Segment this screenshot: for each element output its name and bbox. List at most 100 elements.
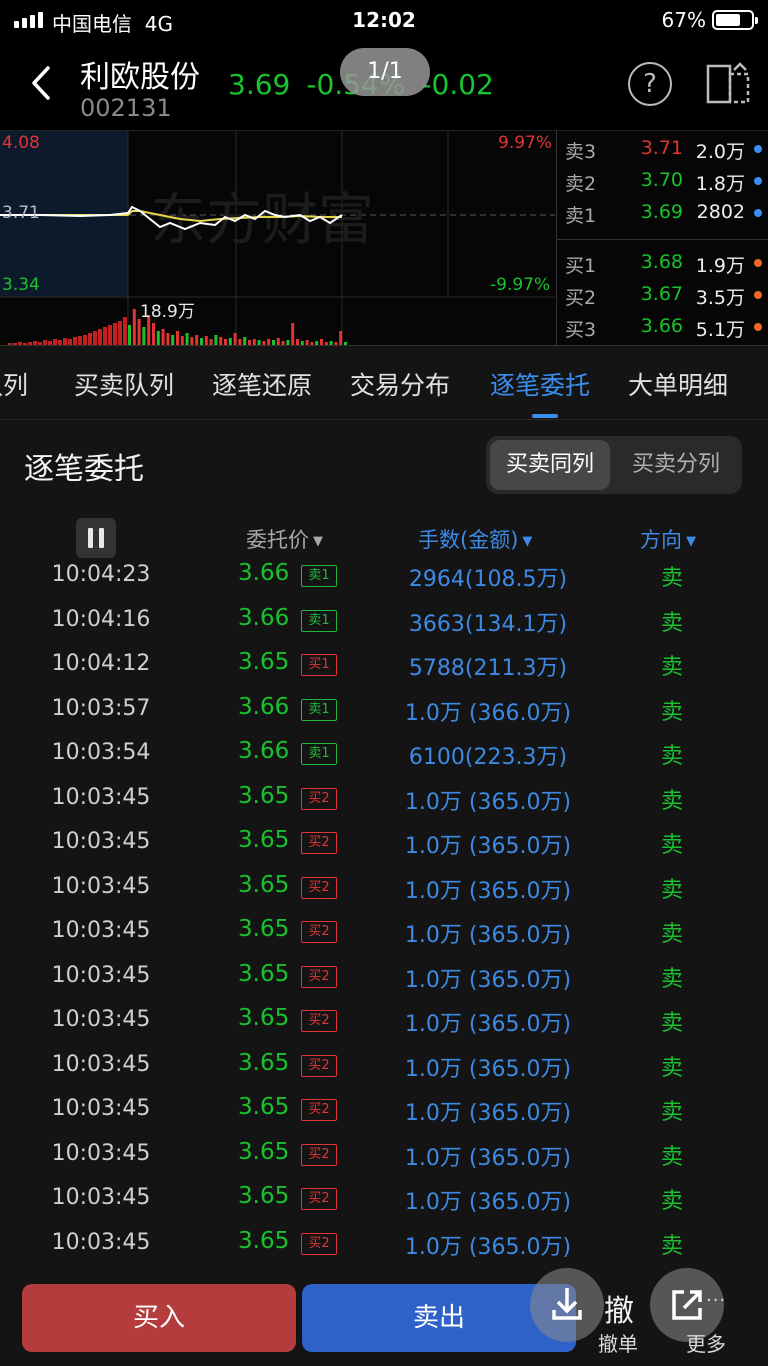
tick-order-row[interactable]: 10:03:45 3.65 买2 1.0万 (365.0万) 卖 xyxy=(0,1046,768,1090)
volume-bar xyxy=(300,341,304,345)
tick-order-row[interactable]: 10:03:45 3.65 买2 1.0万 (365.0万) 卖 xyxy=(0,1135,768,1179)
caret-down-icon: ▼ xyxy=(686,534,696,549)
ask-label: 卖1 xyxy=(565,205,597,227)
volume-bar xyxy=(113,323,117,345)
tick-order-row[interactable]: 10:03:54 3.66 卖1 6100(223.3万) 卖 xyxy=(0,734,768,778)
tab-bid-ask-queue[interactable]: 买卖队列 xyxy=(74,366,174,402)
order-time: 10:03:45 xyxy=(51,918,151,943)
order-level-badge: 卖1 xyxy=(301,698,337,721)
order-level-badge: 买2 xyxy=(301,1099,337,1121)
stock-header: 利欧股份 002131 3.69 -0.54% -0.02 1/1 ? xyxy=(0,40,768,130)
order-time: 10:03:45 xyxy=(51,1140,151,1166)
volume-bar xyxy=(224,339,227,345)
volume-bar xyxy=(320,339,323,345)
download-button[interactable] xyxy=(530,1268,604,1342)
order-price: 3.65 xyxy=(238,1227,290,1254)
order-amount: 1.0万 (365.0万) xyxy=(404,1190,572,1215)
ask-volume: 2.0万 xyxy=(695,141,745,163)
panel-title: 逐笔委托 xyxy=(24,452,144,487)
order-time: 10:03:45 xyxy=(51,1096,151,1121)
tick-order-row[interactable]: 10:03:45 3.65 买2 1.0万 (365.0万) 卖 xyxy=(0,1090,768,1134)
tick-order-row[interactable]: 10:03:45 3.65 买2 1.0万 (365.0万) 卖 xyxy=(0,779,768,823)
order-price: 3.65 xyxy=(238,916,290,942)
price-column-header[interactable]: 委托价 ▼ xyxy=(246,524,323,554)
bid-label: 买2 xyxy=(565,287,597,309)
battery-icon xyxy=(712,10,758,30)
order-price: 3.65 xyxy=(238,1183,290,1209)
tab-tick-restore[interactable]: 逐笔还原 xyxy=(212,366,312,402)
tick-order-row[interactable]: 10:03:45 3.65 买2 1.0万 (365.0万) 卖 xyxy=(0,1001,768,1045)
ask-row: 卖3 3.71 2.0万 xyxy=(557,133,768,163)
tick-order-row[interactable]: 10:03:45 3.65 买2 1.0万 (365.0万) 卖 xyxy=(0,957,768,1001)
buy-button[interactable]: 买入 xyxy=(22,1284,296,1352)
order-amount: 1.0万 (365.0万) xyxy=(404,923,572,948)
volume-bar xyxy=(243,337,247,345)
volume-bar xyxy=(118,321,122,345)
cancel-order-glyph[interactable]: 撤 xyxy=(604,1286,634,1330)
chevron-left-icon xyxy=(32,66,50,100)
volume-bar xyxy=(204,336,208,345)
more-label[interactable]: 更多 xyxy=(686,1328,726,1357)
volume-bar xyxy=(305,340,309,345)
volume-bar xyxy=(339,331,343,345)
same-column-button[interactable]: 买卖同列 xyxy=(490,440,610,490)
tab-trade-distribution[interactable]: 交易分布 xyxy=(350,366,450,402)
volume-bar xyxy=(262,341,266,345)
tick-order-row[interactable]: 10:03:45 3.65 买2 1.0万 (365.0万) 卖 xyxy=(0,912,768,956)
tick-order-row[interactable]: 10:03:45 3.65 买2 1.0万 (365.0万) 卖 xyxy=(0,868,768,912)
order-direction: 卖 xyxy=(660,966,683,992)
back-button[interactable] xyxy=(22,58,62,108)
direction-column-header[interactable]: 方向 ▼ xyxy=(640,524,696,554)
pause-button[interactable] xyxy=(76,518,116,558)
tick-order-row[interactable]: 10:03:45 3.65 买2 1.0万 (365.0万) 卖 xyxy=(0,823,768,867)
volume-bar xyxy=(58,340,62,345)
detail-tabs: 队列 买卖队列 逐笔还原 交易分布 逐笔委托 大单明细 xyxy=(0,346,768,420)
order-book[interactable]: 卖3 3.71 2.0万 卖2 3.70 1.8万 卖1 3.69 2802 买… xyxy=(556,131,768,347)
order-amount: 6100(223.3万) xyxy=(408,745,568,770)
tick-order-row[interactable]: 10:04:12 3.65 买1 5788(211.3万) 卖 xyxy=(0,645,768,689)
volume-bar xyxy=(156,331,160,345)
tick-order-row[interactable]: 10:03:45 3.65 买2 1.0万 (365.0万) 卖 xyxy=(0,1179,768,1223)
order-amount: 2964(108.5万) xyxy=(408,567,568,592)
volume-bar xyxy=(233,333,237,345)
tick-order-row[interactable]: 10:04:16 3.66 卖1 3663(134.1万) 卖 xyxy=(0,601,768,645)
volume-bar xyxy=(142,327,146,345)
tick-order-row[interactable]: 10:04:23 3.66 卖1 2964(108.5万) 卖 xyxy=(0,556,768,600)
volume-bar xyxy=(78,336,82,345)
order-time: 10:03:54 xyxy=(51,740,151,765)
volume-bar xyxy=(219,337,223,345)
download-icon xyxy=(552,1288,582,1320)
volume-bar xyxy=(276,338,280,345)
intraday-chart[interactable]: 东方财富 18.9万 4.08 3.71 3.34 9.97% -9.97% xyxy=(0,131,555,347)
tab-tick-orders[interactable]: 逐笔委托 xyxy=(490,366,590,402)
help-button[interactable]: ? xyxy=(628,62,672,106)
order-price: 3.65 xyxy=(238,1005,290,1031)
tab-queue[interactable]: 队列 xyxy=(0,366,28,402)
cancel-order-label[interactable]: 撤单 xyxy=(598,1328,638,1357)
battery-percent: 67% xyxy=(661,8,706,32)
bid-price: 3.68 xyxy=(640,251,683,273)
tick-order-row[interactable]: 10:03:57 3.66 卖1 1.0万 (366.0万) 卖 xyxy=(0,690,768,734)
chart-low-pct: -9.97% xyxy=(490,275,551,295)
order-direction: 卖 xyxy=(660,566,683,591)
tick-order-row[interactable]: 10:03:45 3.65 买2 1.0万 (365.0万) 卖 xyxy=(0,1224,768,1268)
volume-bar xyxy=(33,341,37,345)
order-direction: 卖 xyxy=(660,1233,683,1259)
volume-bar xyxy=(272,340,275,345)
direction-column-label: 方向 xyxy=(640,528,682,552)
split-column-button[interactable]: 买卖分列 xyxy=(616,440,736,490)
amount-column-header[interactable]: 手数(金额) ▼ xyxy=(418,524,532,554)
volume-bar xyxy=(296,339,299,345)
volume-bar xyxy=(238,339,242,345)
order-amount: 1.0万 (365.0万) xyxy=(404,1012,572,1037)
order-price: 3.65 xyxy=(238,1049,290,1076)
order-amount: 1.0万 (366.0万) xyxy=(404,700,572,726)
volume-bar xyxy=(171,335,175,345)
volume-bar xyxy=(166,333,170,345)
split-window-button[interactable] xyxy=(704,60,752,108)
volume-bar xyxy=(13,343,17,345)
volume-bar xyxy=(132,309,136,345)
page-indicator: 1/1 xyxy=(340,48,430,96)
order-price: 3.65 xyxy=(238,1094,290,1120)
tab-large-orders[interactable]: 大单明细 xyxy=(628,366,728,402)
